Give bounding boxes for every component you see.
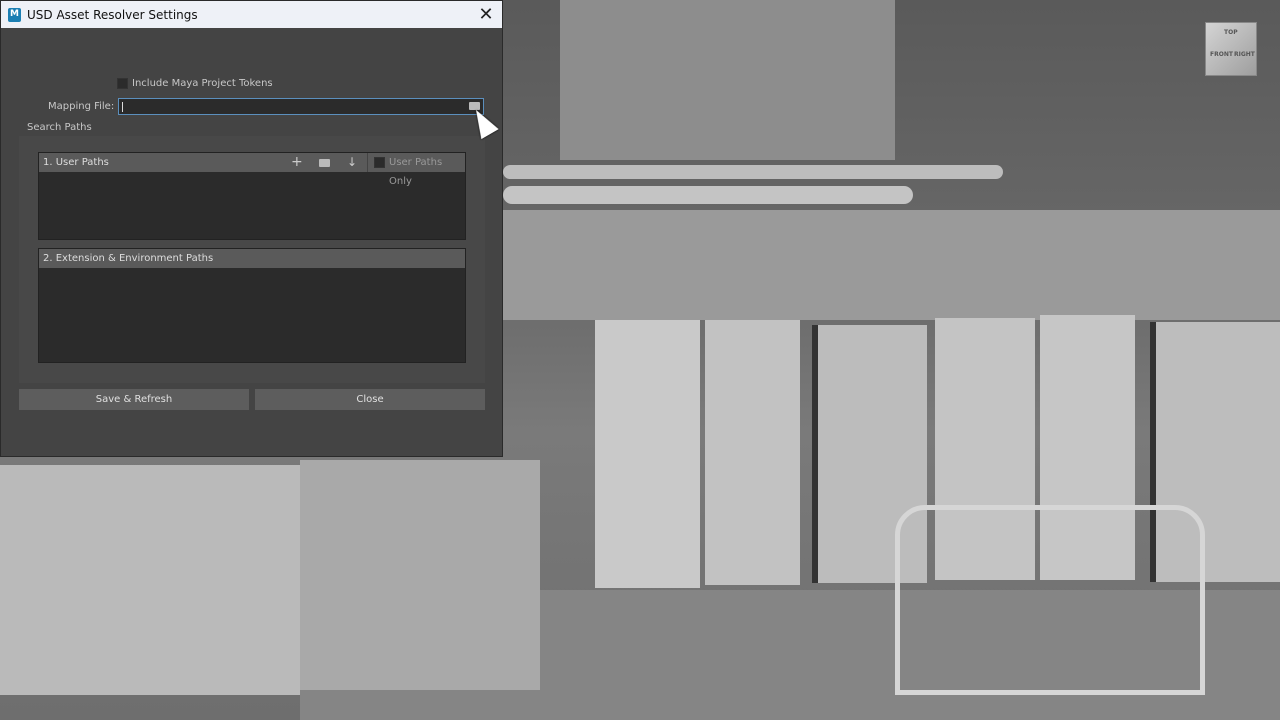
search-paths-label: Search Paths <box>27 122 92 133</box>
ceiling-pipe <box>503 165 1003 179</box>
text-caret <box>122 102 123 112</box>
viewcube-top-label: TOP <box>1224 29 1238 36</box>
extension-paths-header: 2. Extension & Environment Paths <box>39 249 465 268</box>
user-paths-title: 1. User Paths <box>43 157 109 168</box>
include-tokens-label: Include Maya Project Tokens <box>132 78 273 89</box>
machine-left <box>0 465 300 695</box>
mapping-file-label: Mapping File: <box>48 101 115 112</box>
arcade-cabinet <box>705 320 800 585</box>
divider <box>367 153 368 172</box>
include-tokens-checkbox[interactable] <box>117 78 128 89</box>
add-path-icon[interactable]: + <box>291 153 303 172</box>
viewcube-right-label: RIGHT <box>1234 51 1255 58</box>
user-paths-only-label: User Paths Only <box>389 157 443 187</box>
user-paths-section: 1. User Paths + ↓ User Paths Only <box>38 152 466 240</box>
user-paths-only-checkbox[interactable] <box>374 157 385 168</box>
close-button[interactable]: Close <box>255 389 485 410</box>
maya-app-icon: M <box>8 7 21 22</box>
extension-paths-title: 2. Extension & Environment Paths <box>43 253 214 264</box>
arrow-down-icon[interactable]: ↓ <box>347 153 357 172</box>
ceiling-pipe <box>503 186 913 204</box>
viewcube[interactable]: TOP FRONT RIGHT <box>1205 22 1257 76</box>
folder-icon[interactable] <box>319 159 330 167</box>
machine-center <box>300 460 540 690</box>
barrier <box>895 505 1205 695</box>
title-bar[interactable]: M USD Asset Resolver Settings ✕ <box>1 1 502 28</box>
viewcube-front-label: FRONT <box>1210 51 1233 58</box>
close-icon[interactable]: ✕ <box>475 4 497 25</box>
wall-panel <box>560 0 895 160</box>
mapping-file-input[interactable] <box>118 98 484 115</box>
user-paths-header: 1. User Paths + ↓ User Paths Only <box>39 153 465 187</box>
usd-asset-resolver-dialog: M USD Asset Resolver Settings ✕ Include … <box>0 0 503 457</box>
save-refresh-button[interactable]: Save & Refresh <box>19 389 249 410</box>
dialog-title: USD Asset Resolver Settings <box>27 7 198 22</box>
extension-paths-list[interactable] <box>39 268 465 362</box>
arcade-cabinet <box>595 320 700 588</box>
search-paths-group: 1. User Paths + ↓ User Paths Only 2. Ext… <box>19 136 485 383</box>
back-wall <box>503 210 1280 320</box>
extension-paths-section: 2. Extension & Environment Paths <box>38 248 466 363</box>
